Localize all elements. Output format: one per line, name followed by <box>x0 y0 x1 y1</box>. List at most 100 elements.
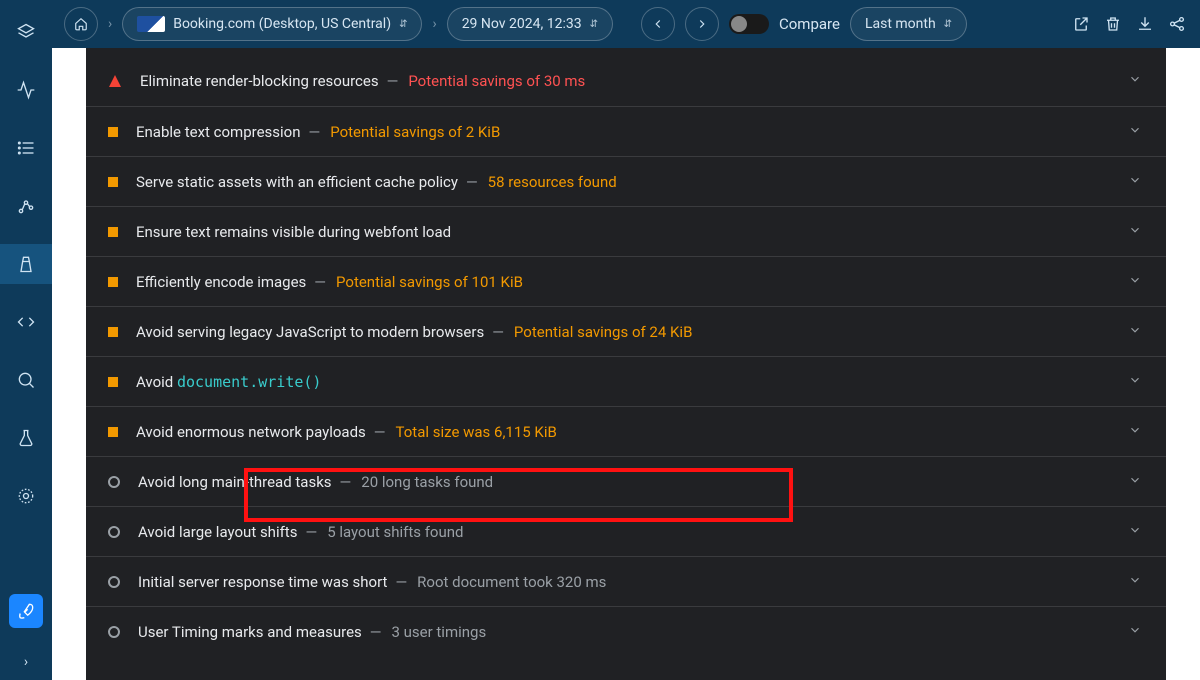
snapshot-selector[interactable]: 29 Nov 2024, 12:33 ⇵ <box>447 7 613 41</box>
open-external-icon[interactable] <box>1070 13 1092 35</box>
audit-row[interactable]: Avoid serving legacy JavaScript to moder… <box>86 306 1166 356</box>
audit-title: Efficiently encode images <box>136 273 306 291</box>
audit-title: Avoid long main-thread tasks <box>138 473 332 491</box>
range-label: Last month <box>865 16 936 32</box>
audit-detail: Root document took 320 ms <box>417 573 606 591</box>
status-square-icon <box>108 177 118 187</box>
nav-rocket-icon[interactable] <box>9 594 43 628</box>
status-square-icon <box>108 127 118 137</box>
chevron-down-icon <box>1128 173 1142 191</box>
audit-row[interactable]: Eliminate render-blocking resources — Po… <box>86 56 1166 106</box>
status-circle-icon <box>108 576 120 588</box>
snapshot-label: 29 Nov 2024, 12:33 <box>462 16 582 32</box>
status-square-icon <box>108 277 118 287</box>
sidebar-collapse-icon[interactable]: › <box>24 654 28 670</box>
audit-title: Eliminate render-blocking resources <box>140 72 379 90</box>
left-sidebar: › <box>0 0 52 680</box>
audit-row[interactable]: Enable text compression — Potential savi… <box>86 106 1166 156</box>
chevron-down-icon <box>1128 373 1142 391</box>
audit-row[interactable]: Efficiently encode images — Potential sa… <box>86 256 1166 306</box>
nav-flask-icon[interactable] <box>0 418 52 458</box>
nav-list-icon[interactable] <box>0 128 52 168</box>
audit-title: Avoid enormous network payloads <box>136 423 366 441</box>
nav-lighthouse-icon[interactable] <box>0 244 52 284</box>
chevron-down-icon <box>1128 72 1142 90</box>
audit-title: Ensure text remains visible during webfo… <box>136 223 451 241</box>
download-icon[interactable] <box>1134 13 1156 35</box>
chevron-down-icon <box>1128 523 1142 541</box>
status-triangle-icon <box>108 75 122 87</box>
range-selector[interactable]: Last month ⇵ <box>850 7 967 41</box>
next-button[interactable] <box>685 7 719 41</box>
audit-row[interactable]: Avoid long main-thread tasks — 20 long t… <box>86 456 1166 506</box>
separator: — <box>340 473 352 491</box>
status-square-icon <box>108 427 118 437</box>
nav-settings-icon[interactable] <box>0 476 52 516</box>
audits-panel: Eliminate render-blocking resources — Po… <box>86 48 1166 680</box>
separator: — <box>305 523 317 541</box>
separator: — <box>309 123 321 141</box>
chevron-down-icon <box>1128 323 1142 341</box>
share-icon[interactable] <box>1166 13 1188 35</box>
audit-title: Enable text compression <box>136 123 301 141</box>
chevron-down-icon <box>1128 273 1142 291</box>
status-square-icon <box>108 227 118 237</box>
audit-list: Eliminate render-blocking resources — Po… <box>86 48 1166 664</box>
separator: — <box>387 72 399 90</box>
audit-detail: 3 user timings <box>391 623 486 641</box>
chevron-updown-icon: ⇵ <box>399 19 407 30</box>
audit-detail: Potential savings of 2 KiB <box>330 123 500 141</box>
delete-icon[interactable] <box>1102 13 1124 35</box>
nav-search-icon[interactable] <box>0 360 52 400</box>
status-square-icon <box>108 327 118 337</box>
compare-toggle[interactable] <box>729 14 769 34</box>
separator: — <box>466 173 478 191</box>
audit-detail: 5 layout shifts found <box>327 523 463 541</box>
separator: — <box>492 323 504 341</box>
audit-title: Serve static assets with an efficient ca… <box>136 173 458 191</box>
chevron-down-icon <box>1128 473 1142 491</box>
annotation-arrow <box>86 664 1166 680</box>
site-selector[interactable]: Booking.com (Desktop, US Central) ⇵ <box>122 7 422 41</box>
separator: — <box>395 573 407 591</box>
audit-row[interactable]: Avoid document.write() <box>86 356 1166 406</box>
prev-button[interactable] <box>641 7 675 41</box>
audit-row[interactable]: Serve static assets with an efficient ca… <box>86 156 1166 206</box>
status-square-icon <box>108 377 118 387</box>
audit-row[interactable]: Avoid enormous network payloads — Total … <box>86 406 1166 456</box>
chevron-down-icon <box>1128 573 1142 591</box>
chevron-down-icon <box>1128 423 1142 441</box>
nav-activity-icon[interactable] <box>0 70 52 110</box>
audit-row[interactable]: User Timing marks and measures — 3 user … <box>86 606 1166 656</box>
site-label: Booking.com (Desktop, US Central) <box>173 16 391 32</box>
nav-graph-icon[interactable] <box>0 186 52 226</box>
audit-detail: 58 resources found <box>488 173 617 191</box>
chevron-down-icon <box>1128 223 1142 241</box>
nav-stack-icon[interactable] <box>0 12 52 52</box>
audit-title: Avoid serving legacy JavaScript to moder… <box>136 323 484 341</box>
home-button[interactable] <box>64 7 98 41</box>
audit-detail: Potential savings of 30 ms <box>408 72 585 90</box>
audit-row[interactable]: Ensure text remains visible during webfo… <box>86 206 1166 256</box>
compare-label: Compare <box>779 15 840 33</box>
chevron-updown-icon: ⇵ <box>590 19 598 30</box>
separator: — <box>370 623 382 641</box>
status-circle-icon <box>108 626 120 638</box>
main-area: › Booking.com (Desktop, US Central) ⇵ › … <box>52 0 1200 680</box>
audit-row[interactable]: Avoid large layout shifts — 5 layout shi… <box>86 506 1166 556</box>
topbar: › Booking.com (Desktop, US Central) ⇵ › … <box>52 0 1200 48</box>
audit-title: User Timing marks and measures <box>138 623 362 641</box>
audit-detail: 20 long tasks found <box>361 473 493 491</box>
audit-row[interactable]: Initial server response time was short —… <box>86 556 1166 606</box>
chevron-down-icon <box>1128 123 1142 141</box>
audit-title: Initial server response time was short <box>138 573 387 591</box>
separator: — <box>314 273 326 291</box>
status-circle-icon <box>108 476 120 488</box>
separator: — <box>374 423 386 441</box>
audit-detail: Potential savings of 24 KiB <box>514 323 693 341</box>
nav-code-icon[interactable] <box>0 302 52 342</box>
content-wrap: Eliminate render-blocking resources — Po… <box>52 48 1200 680</box>
audit-title: Avoid large layout shifts <box>138 523 297 541</box>
site-favicon-icon <box>137 16 165 32</box>
chevron-down-icon <box>1128 623 1142 641</box>
